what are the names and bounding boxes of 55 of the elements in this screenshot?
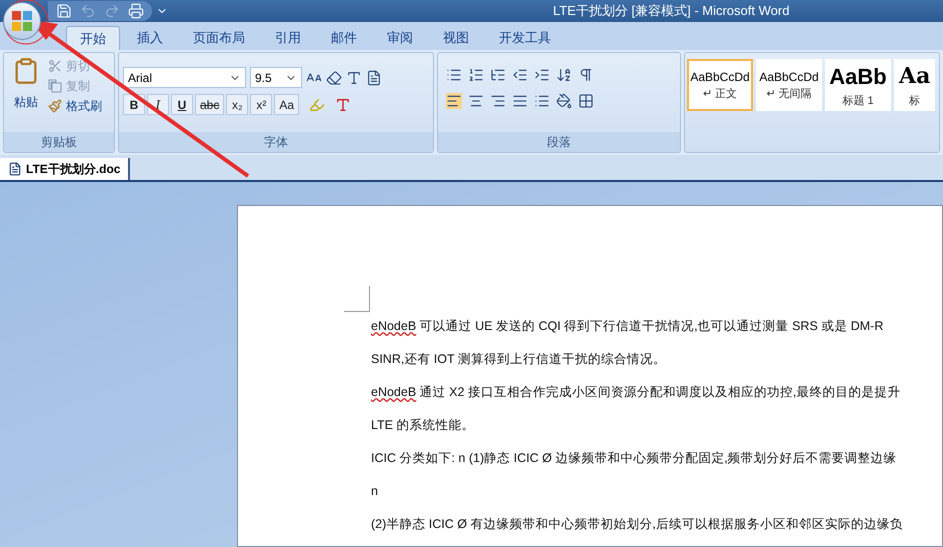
- numbered-list-icon[interactable]: [468, 67, 484, 83]
- document-tab[interactable]: LTE干扰划分.doc: [0, 158, 130, 180]
- sort-icon[interactable]: [556, 67, 572, 83]
- shading-icon[interactable]: [556, 93, 572, 109]
- align-center-icon[interactable]: [468, 93, 484, 109]
- paragraph: eNodeB 可以通过 UE 发送的 CQI 得到下行信道干扰情况,也可以通过测量 SRS 或是 DM-R: [371, 318, 884, 335]
- ribbon-tab[interactable]: 视图: [430, 26, 482, 50]
- font-style-button[interactable]: U: [171, 94, 193, 115]
- ribbon-tab[interactable]: 开发工具: [486, 26, 564, 50]
- increase-indent-icon[interactable]: [534, 67, 550, 83]
- group-label: 字体: [264, 134, 288, 151]
- group-label: 剪贴板: [41, 134, 77, 151]
- justify-icon[interactable]: [512, 93, 528, 109]
- ribbon-tab[interactable]: 开始: [66, 26, 120, 50]
- window-title: LTE干扰划分 [兼容模式] - Microsoft Word: [553, 2, 790, 20]
- font-size-field[interactable]: 9.5: [250, 67, 302, 88]
- paragraph: (2)半静态 ICIC Ø 有边缘频带和中心频带初始划分,后续可以根据服务小区和邻区实际的边缘负: [371, 516, 903, 533]
- print-preview-icon[interactable]: [128, 3, 144, 19]
- font-style-button[interactable]: abc: [195, 94, 224, 115]
- paragraph: eNodeB 通过 X2 接口互相合作完成小区间资源分配和调度以及相应的功控,最终的目的是提升: [371, 384, 900, 401]
- clear-format-icon[interactable]: [326, 70, 342, 86]
- ribbon-tab[interactable]: 引用: [262, 26, 314, 50]
- office-logo-icon: [11, 10, 33, 32]
- align-left-icon[interactable]: [446, 93, 462, 109]
- font-color-icon[interactable]: [335, 96, 352, 112]
- paragraph: SINR,还有 IOT 测算得到上行信道干扰的综合情况。: [371, 351, 666, 368]
- paintbrush-icon: [48, 99, 62, 113]
- font-style-button[interactable]: x²: [250, 94, 272, 115]
- save-icon[interactable]: [56, 3, 72, 19]
- font-style-button[interactable]: x₂: [226, 94, 248, 115]
- paragraph: LTE 的系统性能。: [371, 417, 474, 434]
- show-marks-icon[interactable]: [578, 67, 594, 83]
- style-swatch[interactable]: AaBbCcDd ↵ 正文: [687, 59, 753, 111]
- font-name-field[interactable]: Arial: [123, 67, 246, 88]
- paragraph: ICIC 分类如下: n (1)静态 ICIC Ø 边缘频带和中心频带分配固定,频带划分好后不需要调整边缘: [371, 450, 897, 467]
- ribbon-tab[interactable]: 页面布局: [180, 26, 258, 50]
- paragraph: n: [371, 483, 378, 500]
- ribbon-tab[interactable]: 邮件: [318, 26, 370, 50]
- scissors-icon: [48, 59, 62, 73]
- format-painter-button[interactable]: 格式刷: [48, 97, 102, 115]
- style-swatch[interactable]: Aa 标: [894, 59, 936, 111]
- margin-corner-mark: [344, 286, 370, 312]
- decrease-indent-icon[interactable]: [512, 67, 528, 83]
- align-right-icon[interactable]: [490, 93, 506, 109]
- paste-button[interactable]: 粘贴: [8, 57, 44, 132]
- document-icon: [8, 162, 22, 176]
- style-swatch[interactable]: AaBb 标题 1: [825, 59, 891, 111]
- style-swatch[interactable]: AaBbCcDd ↵ 无间隔: [756, 59, 822, 111]
- multilevel-list-icon[interactable]: [490, 67, 506, 83]
- group-label: 段落: [547, 134, 571, 151]
- ribbon-tab[interactable]: 插入: [124, 26, 176, 50]
- borders-icon[interactable]: [578, 93, 594, 109]
- font-style-button[interactable]: Aa: [274, 94, 300, 115]
- ribbon-tab[interactable]: 审阅: [374, 26, 426, 50]
- copy-icon: [48, 79, 62, 93]
